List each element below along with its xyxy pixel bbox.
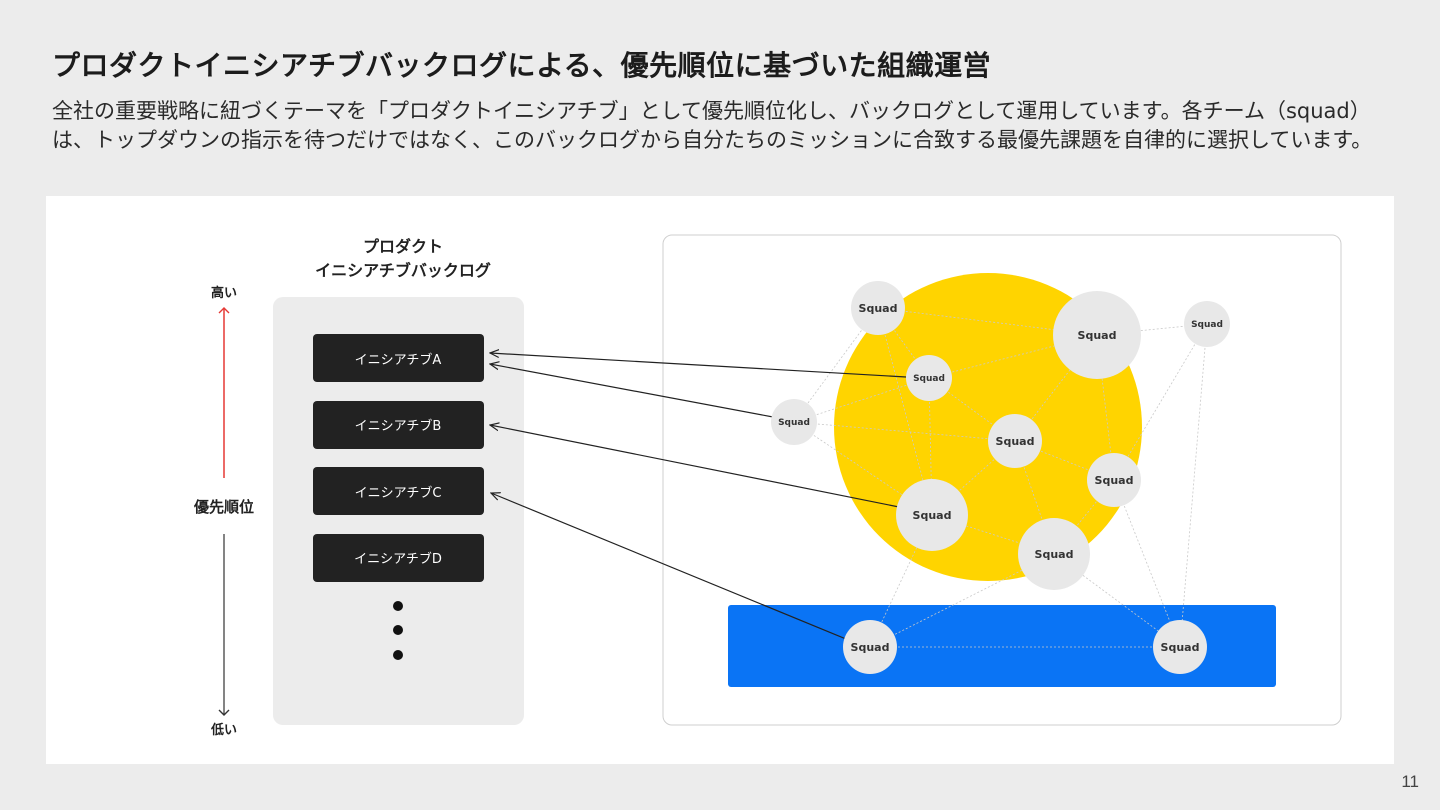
page-title: プロダクトイニシアチブバックログによる、優先順位に基づいた組織運営 (52, 49, 992, 82)
squad-label: Squad (913, 374, 945, 384)
ellipsis-dot (393, 650, 403, 660)
ellipsis-dot (393, 601, 403, 611)
page-description: 全社の重要戦略に紐づくテーマを「プロダクトイニシアチブ」として優先順位化し、バッ… (52, 99, 1373, 152)
priority-high-label: 高い (211, 285, 237, 301)
initiative-b[interactable]: イニシアチブB (313, 401, 484, 449)
squad-node[interactable]: Squad (1087, 453, 1141, 507)
initiative-a-label: イニシアチブA (355, 352, 442, 368)
squad-label: Squad (778, 418, 810, 428)
squad-node[interactable]: Squad (1184, 301, 1230, 347)
squad-node[interactable]: Squad (906, 355, 952, 401)
squad-label: Squad (851, 641, 890, 654)
squad-node[interactable]: Squad (1053, 291, 1141, 379)
initiative-a[interactable]: イニシアチブA (313, 334, 484, 382)
squad-label: Squad (996, 435, 1035, 448)
squad-label: Squad (1191, 320, 1223, 330)
squad-label: Squad (1078, 329, 1117, 342)
squad-node[interactable]: Squad (988, 414, 1042, 468)
squad-label: Squad (1095, 474, 1134, 487)
priority-axis-label: 優先順位 (193, 498, 254, 516)
squad-label: Squad (1161, 641, 1200, 654)
squad-node[interactable]: Squad (771, 399, 817, 445)
squad-label: Squad (859, 302, 898, 315)
squad-node[interactable]: Squad (1018, 518, 1090, 590)
squad-node[interactable]: Squad (843, 620, 897, 674)
ellipsis-dot (393, 625, 403, 635)
page-number: 11 (1401, 772, 1419, 791)
priority-low-label: 低い (210, 722, 237, 738)
initiative-c[interactable]: イニシアチブC (313, 467, 484, 515)
squad-node[interactable]: Squad (1153, 620, 1207, 674)
backlog-title-line1: プロダクト (363, 237, 443, 256)
initiative-d-label: イニシアチブD (354, 551, 442, 567)
squad-label: Squad (913, 509, 952, 522)
squad-label: Squad (1035, 548, 1074, 561)
squad-node[interactable]: Squad (851, 281, 905, 335)
diagram-panel: 高い 優先順位 低い プロダクト イニシアチブバックログ イニシアチブA イニシ… (46, 196, 1394, 764)
squad-node[interactable]: Squad (896, 479, 968, 551)
backlog-title-line2: イニシアチブバックログ (315, 261, 491, 280)
initiative-b-label: イニシアチブB (355, 418, 442, 434)
initiative-d[interactable]: イニシアチブD (313, 534, 484, 582)
initiative-c-label: イニシアチブC (355, 485, 442, 501)
backlog-diagram: 高い 優先順位 低い プロダクト イニシアチブバックログ イニシアチブA イニシ… (193, 234, 1342, 738)
